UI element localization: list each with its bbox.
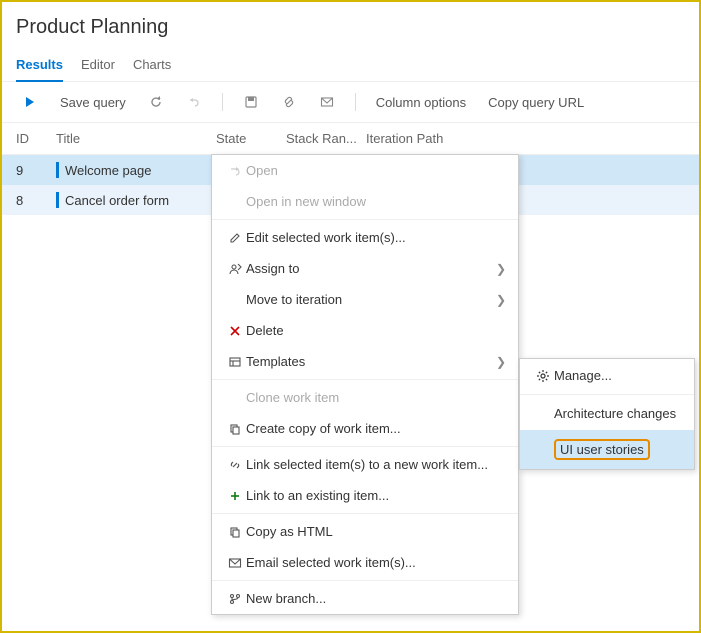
menu-templates[interactable]: Templates ❯ [212, 346, 518, 377]
submenu-manage[interactable]: Manage... [520, 359, 694, 392]
menu-label: Clone work item [246, 390, 506, 405]
menu-open[interactable]: Open [212, 155, 518, 186]
copy-icon [224, 422, 246, 436]
row-title-cell: Welcome page [56, 162, 216, 178]
copy-query-url-button[interactable]: Copy query URL [482, 91, 590, 114]
plus-icon [224, 489, 246, 503]
column-options-button[interactable]: Column options [370, 91, 472, 114]
row-title[interactable]: Welcome page [65, 163, 151, 178]
menu-label: Delete [246, 323, 506, 338]
tab-charts[interactable]: Charts [133, 51, 171, 81]
submenu-label: Architecture changes [554, 406, 676, 421]
refresh-icon [148, 94, 164, 110]
copy-query-url-label: Copy query URL [488, 95, 584, 110]
state-indicator [56, 162, 59, 178]
mail-icon [319, 94, 335, 110]
chevron-right-icon: ❯ [496, 293, 506, 307]
link-button[interactable] [275, 90, 303, 114]
menu-separator [212, 446, 518, 447]
menu-label: Copy as HTML [246, 524, 506, 539]
menu-label: Edit selected work item(s)... [246, 230, 506, 245]
chevron-right-icon: ❯ [496, 262, 506, 276]
menu-delete[interactable]: Delete [212, 315, 518, 346]
tabs-bar: Results Editor Charts [2, 47, 699, 82]
menu-separator [212, 379, 518, 380]
col-title[interactable]: Title [56, 131, 216, 146]
submenu-architecture-changes[interactable]: Architecture changes [520, 397, 694, 430]
link-new-icon [224, 458, 246, 472]
undo-button[interactable] [180, 90, 208, 114]
menu-separator [212, 580, 518, 581]
edit-icon [224, 231, 246, 245]
menu-label: Link selected item(s) to a new work item… [246, 457, 506, 472]
menu-separator [520, 394, 694, 395]
submenu-ui-user-stories[interactable]: UI user stories [520, 430, 694, 469]
menu-link-existing[interactable]: Link to an existing item... [212, 480, 518, 511]
menu-assign-to[interactable]: Assign to ❯ [212, 253, 518, 284]
page-title: Product Planning [16, 16, 685, 39]
menu-create-copy[interactable]: Create copy of work item... [212, 413, 518, 444]
link-icon [281, 94, 297, 110]
toolbar: Save query [2, 82, 699, 123]
delete-icon [224, 324, 246, 338]
submenu-label: UI user stories [554, 439, 650, 460]
column-options-label: Column options [376, 95, 466, 110]
tab-editor[interactable]: Editor [81, 51, 115, 81]
save-items-button[interactable] [237, 90, 265, 114]
menu-label: New branch... [246, 591, 506, 606]
grid-header: ID Title State Stack Ran... Iteration Pa… [2, 123, 699, 155]
menu-clone[interactable]: Clone work item [212, 382, 518, 413]
menu-label: Open in new window [246, 194, 506, 209]
state-indicator [56, 192, 59, 208]
col-iteration-path[interactable]: Iteration Path [366, 131, 685, 146]
save-icon [243, 94, 259, 110]
menu-move-to-iteration[interactable]: Move to iteration ❯ [212, 284, 518, 315]
header: Product Planning [2, 2, 699, 47]
row-id: 9 [16, 163, 56, 178]
row-id: 8 [16, 193, 56, 208]
menu-label: Email selected work item(s)... [246, 555, 506, 570]
col-stack-rank[interactable]: Stack Ran... [286, 131, 366, 146]
toolbar-separator [355, 93, 356, 111]
menu-label: Assign to [246, 261, 496, 276]
email-button[interactable] [313, 90, 341, 114]
branch-icon [224, 592, 246, 606]
mail-icon [224, 556, 246, 570]
context-menu: Open Open in new window Edit selected wo… [211, 154, 519, 615]
copy-html-icon [224, 525, 246, 539]
menu-email-selected[interactable]: Email selected work item(s)... [212, 547, 518, 578]
gear-icon [532, 369, 554, 383]
undo-icon [186, 94, 202, 110]
menu-link-new[interactable]: Link selected item(s) to a new work item… [212, 449, 518, 480]
row-title-cell: Cancel order form [56, 192, 216, 208]
templates-submenu: Manage... Architecture changes UI user s… [519, 358, 695, 470]
col-id[interactable]: ID [16, 131, 56, 146]
open-icon [224, 164, 246, 178]
menu-label: Create copy of work item... [246, 421, 506, 436]
menu-label: Open [246, 163, 506, 178]
menu-separator [212, 513, 518, 514]
menu-open-new-window[interactable]: Open in new window [212, 186, 518, 217]
person-icon [224, 262, 246, 276]
save-query-label: Save query [60, 95, 126, 110]
toolbar-separator [222, 93, 223, 111]
menu-new-branch[interactable]: New branch... [212, 583, 518, 614]
template-icon [224, 355, 246, 369]
play-icon [22, 94, 38, 110]
refresh-button[interactable] [142, 90, 170, 114]
app-window: Product Planning Results Editor Charts S… [0, 0, 701, 633]
menu-label: Templates [246, 354, 496, 369]
menu-separator [212, 219, 518, 220]
menu-copy-html[interactable]: Copy as HTML [212, 516, 518, 547]
tab-results[interactable]: Results [16, 51, 63, 82]
menu-edit-selected[interactable]: Edit selected work item(s)... [212, 222, 518, 253]
row-title[interactable]: Cancel order form [65, 193, 169, 208]
run-query-button[interactable] [16, 90, 44, 114]
menu-label: Move to iteration [246, 292, 496, 307]
chevron-right-icon: ❯ [496, 355, 506, 369]
col-state[interactable]: State [216, 131, 286, 146]
save-query-button[interactable]: Save query [54, 91, 132, 114]
submenu-label: Manage... [554, 368, 612, 383]
menu-label: Link to an existing item... [246, 488, 506, 503]
